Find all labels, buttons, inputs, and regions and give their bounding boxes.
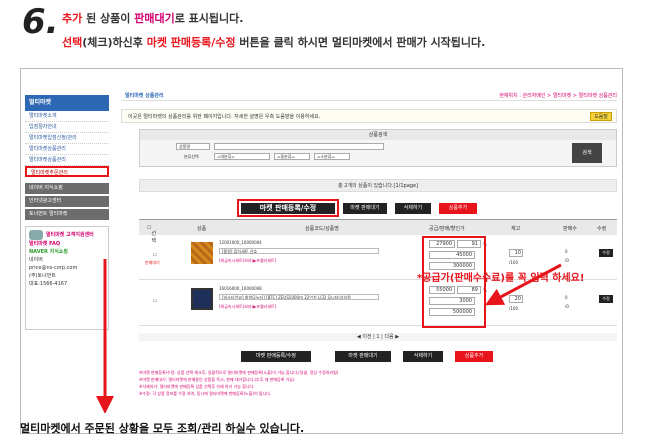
pagination[interactable]: ◀ 이전 | 1 | 다음 ▶ xyxy=(139,333,617,341)
faq-link[interactable]: 멀티마켓 FAQ xyxy=(29,240,105,248)
sidebar-item-intro[interactable]: 멀티마켓소개 xyxy=(25,111,109,122)
step-number: 6. xyxy=(22,2,59,42)
table-row: ☐ 16016000_10000008 [비스티안코] 최첨모뉴터] [BTC]… xyxy=(139,282,617,326)
bottom-toolbar: 마켓 판매등록/수정 마켓 판매대기 삭제하기 상품추가 xyxy=(139,351,617,363)
col-stock: 재고 xyxy=(511,226,521,232)
sidebar-tournament[interactable]: 토너먼트 멀티마켓 xyxy=(25,209,109,220)
delete-button[interactable]: 삭제하기 xyxy=(395,203,431,214)
category-1-select[interactable]: =대분류= xyxy=(214,153,270,160)
main-content: 멀티마켓 상품관리 현재위치 : 관리자메인 > 멀티마켓 > 멀티마켓 상품관… xyxy=(121,91,617,123)
naver-link[interactable]: NAVER 지식쇼핑 xyxy=(29,248,105,256)
sidebar-ads[interactable]: 인터넷광고센터 xyxy=(25,196,109,207)
stock-input[interactable]: 10 xyxy=(509,249,523,257)
edit-button[interactable]: 수정 xyxy=(599,249,613,257)
edit-button[interactable]: 수정 xyxy=(599,295,613,303)
register-button[interactable]: 마켓 판매등록/수정 xyxy=(241,203,335,214)
help-button[interactable]: 도움말 xyxy=(590,112,612,121)
register-word: 마켓 판매등록/수정 xyxy=(146,36,236,49)
contact-company: (주)토너먼트 xyxy=(29,273,56,279)
search-field-select[interactable]: 상품명 xyxy=(176,143,210,150)
product-tag: [위급속시세트(보라)▶프렐리세트] xyxy=(219,258,277,263)
col-edit: 수정 xyxy=(597,226,607,232)
page-title: 멀티마켓 상품관리 xyxy=(125,93,164,99)
add-product-button-bottom[interactable]: 상품추가 xyxy=(455,351,493,362)
contact-email: price@ns-corp.com xyxy=(29,265,78,271)
notice-text: 이곳은 멀티마켓의 상품관리를 위한 페이지입니다. 자세한 설명은 우측 도움… xyxy=(128,114,321,120)
stock-total: /100 xyxy=(509,306,518,311)
search-panel: 상품검색 상품명 분류선택 =대분류= =중분류= =소분류= 검색 xyxy=(139,129,617,167)
sold-count: 0 xyxy=(565,249,568,254)
row-status: 판매대기 xyxy=(145,260,160,265)
text: 버튼을 클릭 하시면 멀티마켓에서 판매가 시작됩니다. xyxy=(235,36,486,49)
sidebar: 멀티마켓 멀티마켓소개 입점절차안내 멀티마켓입점신청/관리 멀티마켓상품관리 … xyxy=(25,95,109,413)
note-line: ※삭제하기: 멀티마켓에 판매등록 상품 선택후 삭제 하기 가능 합니다. xyxy=(139,384,255,389)
add-product-button[interactable]: 상품추가 xyxy=(439,203,477,214)
support-title: 멀티마켓 고객지원센터 xyxy=(46,232,94,238)
product-thumbnail xyxy=(191,288,213,310)
category-2-select[interactable]: =중분류= xyxy=(274,153,310,160)
sidebar-item-process[interactable]: 입점절차안내 xyxy=(25,122,109,133)
note-line: ※마켓 판매등록/수정: 상품 선택 체크후, 일괄적으로 멀티마켓에 판매등록… xyxy=(139,370,339,375)
col-select: ☐ 선택 xyxy=(147,225,157,244)
sidebar-item-products-b[interactable]: 멀티마켓상품관리 xyxy=(25,155,109,166)
support-box: 멀티마켓 고객지원센터 멀티마켓 FAQ NAVER 지식쇼핑 네이버 pric… xyxy=(25,226,109,330)
sidebar-item-orders[interactable]: 멀티마켓주문관리 xyxy=(25,166,109,177)
select-word: 선택 xyxy=(62,36,83,49)
product-tag: [위급속시세트(보라)▶프렐리세트] xyxy=(219,304,277,309)
breadcrumb: 현재위치 : 관리자메인 > 멀티마켓 > 멀티마켓 상품관리 xyxy=(499,93,617,99)
table-header: ☐ 선택 상품 상품코드/상품명 공급/판매/할인가 재고 판매수 수정 xyxy=(139,219,617,244)
price-callout: *공급가(판매수수료)를 꼭 입력 하세요! xyxy=(417,273,585,284)
step-instruction-line-2: 선택(체크)하신후 마켓 판매등록/수정 버튼을 클릭 하시면 멀티마켓에서 판… xyxy=(62,34,485,50)
search-caption: 상품검색 xyxy=(140,130,616,140)
phone-icon xyxy=(29,230,43,240)
product-name[interactable]: [홍원] 참치세트 선호 xyxy=(219,248,379,254)
sidebar-naver[interactable]: 네이버 지식쇼핑 xyxy=(25,183,109,194)
sold-total: /0 xyxy=(565,304,569,309)
col-price: 공급/판매/할인가 xyxy=(429,226,465,232)
pause-button[interactable]: 마켓 판매대기 xyxy=(343,203,387,214)
stock-total: /100 xyxy=(509,260,518,265)
text: (체크)하신후 xyxy=(82,36,147,49)
category-3-select[interactable]: =소분류= xyxy=(314,153,350,160)
text: 로 표시됩니다. xyxy=(174,12,244,25)
stock-input[interactable]: 20 xyxy=(509,295,523,303)
page-header: 멀티마켓 상품관리 현재위치 : 관리자메인 > 멀티마켓 > 멀티마켓 상품관… xyxy=(121,91,617,101)
contact-line: 네이버 xyxy=(29,257,43,263)
contact-phone: 대표:1566-4167 xyxy=(29,281,68,287)
screenshot-frame: 멀티마켓 멀티마켓소개 입점절차안내 멀티마켓입점신청/관리 멀티마켓상품관리 … xyxy=(20,68,623,434)
note-line: ※수정: 각 상품 정보를 수정 하여, 동시에 멀티마켓에 판매등록(노출)이… xyxy=(139,391,272,396)
product-code: 16016000_10000008 xyxy=(219,286,262,291)
category-label: 분류선택 xyxy=(184,154,199,159)
toolbar: 마켓 판매등록/수정 마켓 판매대기 삭제하기 상품추가 xyxy=(139,199,617,217)
sidebar-item-apply[interactable]: 멀티마켓입점신청/관리 xyxy=(25,133,109,144)
product-code: 12001000_10000004 xyxy=(219,240,262,245)
admin-screenshot: 멀티마켓 멀티마켓소개 입점절차안내 멀티마켓입점신청/관리 멀티마켓상품관리 … xyxy=(21,69,622,413)
pending-word: 판매대기 xyxy=(134,12,175,25)
caption: 멀티마켓에서 주문된 상황을 모두 조회/관리 하실수 있습니다. xyxy=(20,422,305,435)
step-instruction-line-1: 추가 된 상품이 판매대기로 표시됩니다. xyxy=(62,10,243,26)
sidebar-header: 멀티마켓 xyxy=(25,95,109,111)
col-product: 상품 xyxy=(197,226,207,232)
delete-button-bottom[interactable]: 삭제하기 xyxy=(403,351,443,362)
added-word: 추가 xyxy=(62,12,83,25)
text: 된 상품이 xyxy=(82,12,135,25)
col-sold: 판매수 xyxy=(563,226,577,232)
search-input[interactable] xyxy=(214,143,384,150)
sold-count: 0 xyxy=(565,295,568,300)
row-checkbox[interactable]: ☐ xyxy=(153,252,157,257)
note-line: ※마켓 판매대기: 멀티마켓에 판매중인 상품을 즉시, 판매 대기합니다.(추… xyxy=(139,377,295,382)
product-thumbnail xyxy=(191,242,213,264)
register-button-bottom[interactable]: 마켓 판매등록/수정 xyxy=(241,351,311,362)
sidebar-item-products-a[interactable]: 멀티마켓상품관리 xyxy=(25,144,109,155)
sold-total: /0 xyxy=(565,258,569,263)
status-bar: 총 2개의 상품이 있습니다.[1/1page] xyxy=(139,179,617,192)
notes: ※마켓 판매등록/수정: 상품 선택 체크후, 일괄적으로 멀티마켓에 판매등록… xyxy=(139,369,617,397)
col-code: 상품코드/상품명 xyxy=(305,226,339,232)
product-name[interactable]: [비스티안코] 최첨모뉴터] [BTC] ZEUS5000m 22인치 LCD … xyxy=(219,294,379,300)
notice-box: 이곳은 멀티마켓의 상품관리를 위한 페이지입니다. 자세한 설명은 우측 도움… xyxy=(121,109,617,123)
search-button[interactable]: 검색 xyxy=(572,143,602,163)
row-checkbox[interactable]: ☐ xyxy=(153,298,157,303)
pause-button-bottom[interactable]: 마켓 판매대기 xyxy=(335,351,391,362)
help-label: 도움말 xyxy=(594,114,608,120)
